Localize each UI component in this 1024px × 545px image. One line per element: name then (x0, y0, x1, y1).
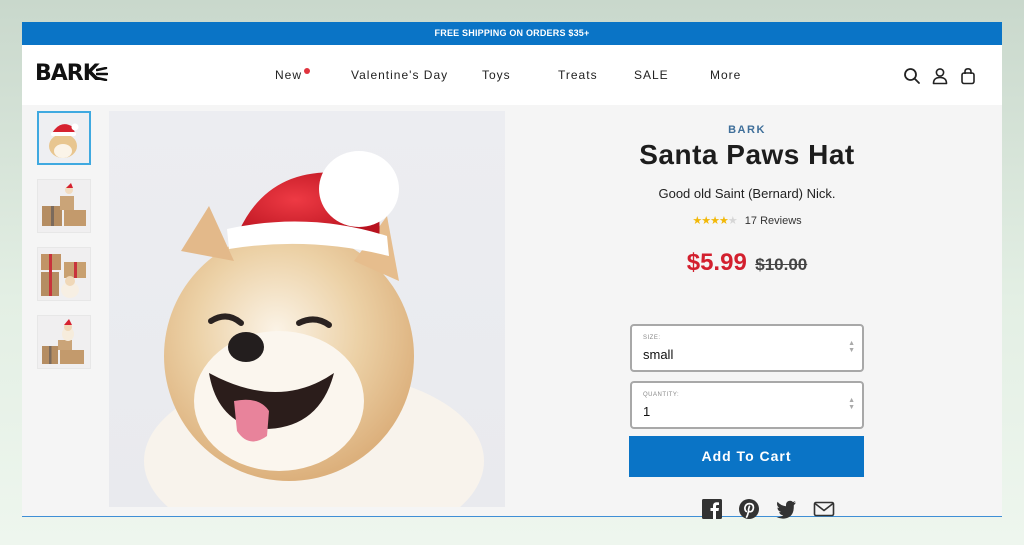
star-half-icon: ★ (718, 215, 729, 227)
page-frame: FREE SHIPPING ON ORDERS $35+ BARK New Va… (22, 22, 1002, 520)
thumbnail-dog-on-gifts[interactable] (37, 179, 91, 233)
nav-item-sale[interactable]: SALE (634, 68, 669, 82)
product-image[interactable] (109, 111, 505, 507)
thumbnail-santa-hat-dog[interactable] (37, 111, 91, 165)
new-dot-badge (304, 68, 311, 74)
size-value: small (643, 347, 674, 362)
star-icon: ★ (692, 215, 702, 227)
nav-item-valentines-day[interactable]: Valentine's Day (351, 68, 448, 82)
thumbnail-image (39, 113, 89, 163)
thumbnail-dog-with-gifts[interactable] (37, 247, 91, 301)
product-subtitle: Good old Saint (Bernard) Nick. (658, 186, 836, 201)
nav-item-toys[interactable]: Toys (482, 68, 511, 82)
nav-item-label: New (275, 68, 303, 82)
pinterest-icon[interactable] (738, 498, 760, 520)
product-title: Santa Paws Hat (639, 139, 855, 170)
thumbnail-image (38, 316, 90, 368)
star-icon: ★ (710, 215, 720, 227)
nav-item-new[interactable]: New (275, 68, 311, 82)
quantity-value: 1 (643, 404, 651, 419)
product-brand[interactable]: BARK (502, 124, 992, 136)
original-price: $10.00 (755, 255, 808, 274)
site-header: BARK New Valentine's Day Toys Treats SAL… (22, 45, 1002, 105)
size-select[interactable]: SIZE: small ▲ ▼ (630, 324, 864, 372)
search-icon[interactable] (903, 67, 921, 85)
promo-banner[interactable]: FREE SHIPPING ON ORDERS $35+ (22, 22, 1002, 45)
santa-hat-dog-photo (144, 151, 484, 507)
main-nav: New Valentine's Day Toys Treats SALE Mor… (22, 45, 1002, 105)
stepper-arrows-icon: ▲ ▼ (848, 397, 855, 411)
select-arrows-icon: ▲ ▼ (848, 340, 855, 354)
nav-item-treats[interactable]: Treats (558, 68, 598, 82)
quantity-label: QUANTITY: (643, 392, 680, 398)
star-empty-icon: ★ (727, 215, 738, 227)
size-label: SIZE: (643, 335, 661, 341)
sale-price: $5.99 (686, 249, 747, 276)
thumbnail-image (38, 180, 90, 232)
twitter-icon[interactable] (775, 498, 797, 520)
reviews-count[interactable]: 17 Reviews (745, 215, 802, 227)
price-row: $5.99 $10.00 (502, 249, 992, 277)
quantity-select[interactable]: QUANTITY: 1 ▲ ▼ (630, 381, 864, 429)
nav-item-more[interactable]: More (710, 68, 741, 82)
email-icon[interactable] (813, 498, 835, 520)
thumbnail-image (38, 248, 90, 300)
star-icon: ★ (701, 215, 711, 227)
rating-stars: ★★★★★ (692, 215, 738, 227)
product-rating[interactable]: ★★★★★ 17 Reviews (502, 214, 992, 227)
thumbnail-dog-on-gift-stack[interactable] (37, 315, 91, 369)
facebook-icon[interactable] (701, 498, 723, 520)
add-to-cart-button[interactable]: Add To Cart (629, 436, 864, 477)
cart-icon[interactable] (959, 67, 977, 85)
account-icon[interactable] (931, 67, 949, 85)
